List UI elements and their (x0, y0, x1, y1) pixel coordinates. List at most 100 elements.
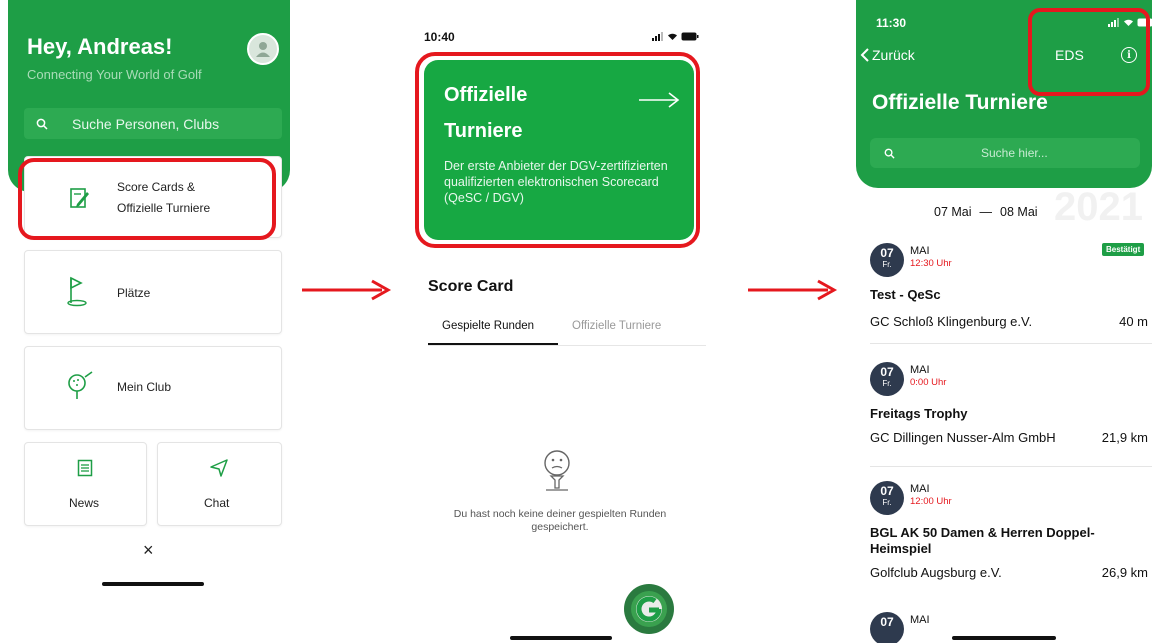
badge-weekday: Fr. (882, 379, 892, 388)
badge-day: 07 (880, 615, 894, 629)
tile-chat[interactable]: Chat (157, 442, 282, 526)
flow-arrow-icon (302, 279, 392, 301)
event-name: BGL AK 50 Damen & Herren Doppel-Heimspie… (870, 525, 1095, 556)
avatar-icon (256, 42, 270, 57)
date-badge: 07 Fr. (870, 243, 904, 277)
page-title: Offizielle Turniere (872, 91, 1048, 114)
card-description: Der erste Anbieter der DGV-zertifizierte… (444, 159, 668, 205)
event-item[interactable]: 07 Fr. MAI 0:00 Uhr Freitags Trophy GC D… (856, 362, 1152, 467)
tile-news-label: News (69, 496, 100, 510)
golf-flag-icon (67, 276, 87, 307)
date-badge: 07 Fr. (870, 362, 904, 396)
event-club: GC Schloß Klingenburg e.V. (870, 314, 1033, 329)
event-name: Freitags Trophy (870, 406, 968, 421)
search-placeholder: Suche Personen, Clubs (72, 115, 220, 132)
golf-ball-empty-icon (544, 450, 570, 491)
scorecard-screen: 10:40 Offizielle Turniere Der erste Anbi… (412, 0, 708, 643)
event-item[interactable]: 07 Fr. MAI 12:00 Uhr BGL AK 50 Damen & H… (856, 481, 1152, 601)
badge-weekday: Fr. (882, 498, 892, 507)
list-divider (870, 343, 1152, 344)
tile-news[interactable]: News (24, 442, 147, 526)
home-indicator (102, 582, 204, 586)
tile-mein-club[interactable]: Mein Club (24, 346, 282, 430)
empty-state-message: Du hast noch keine deiner gespielten Run… (453, 508, 667, 533)
event-month: MAI (910, 483, 930, 495)
card-title-line-1: Offizielle (444, 84, 528, 106)
tile-chat-label: Chat (204, 496, 230, 510)
card-title-line-2: Turniere (444, 120, 523, 142)
eds-button[interactable]: EDS (1055, 47, 1084, 63)
search-icon (884, 148, 895, 159)
greeting-subtitle: Connecting Your World of Golf (27, 67, 202, 82)
tile-score-cards-label-2: Offizielle Turniere (117, 201, 211, 215)
home-indicator (952, 636, 1056, 640)
battery-icon (681, 32, 699, 41)
chevron-left-icon (860, 48, 869, 62)
app-logo[interactable] (624, 584, 674, 634)
search-icon (36, 118, 48, 130)
tile-plaetze[interactable]: Plätze (24, 250, 282, 334)
status-icons (652, 32, 699, 41)
wifi-icon (668, 33, 677, 40)
battery-icon (1137, 18, 1152, 27)
tab-offizielle-turniere[interactable]: Offizielle Turniere (572, 320, 661, 332)
tile-score-cards-label-1: Score Cards & (117, 180, 196, 194)
event-time: 12:30 Uhr (910, 258, 952, 269)
offizielle-turniere-card[interactable]: Offizielle Turniere Der erste Anbieter d… (424, 60, 694, 240)
event-month: MAI (910, 245, 930, 257)
tile-plaetze-label: Plätze (117, 286, 151, 300)
news-icon (77, 459, 93, 477)
event-month: MAI (910, 614, 930, 626)
greeting-title: Hey, Andreas! (27, 34, 173, 59)
search-placeholder: Suche hier... (981, 146, 1048, 160)
info-icon[interactable]: i (1121, 47, 1137, 63)
tab-divider (428, 345, 706, 346)
signal-icon (1108, 18, 1119, 27)
scorecard-edit-icon (70, 188, 89, 208)
date-separator: — (979, 205, 993, 219)
date-badge: 07 (870, 612, 904, 643)
event-club: GC Dillingen Nusser-Alm GmbH (870, 430, 1056, 445)
home-screen: Hey, Andreas! Connecting Your World of G… (8, 0, 290, 600)
arrow-right-icon (639, 92, 680, 108)
event-name: Test - QeSc (870, 287, 941, 302)
golf-g-logo-icon (631, 591, 667, 627)
badge-day: 07 (880, 484, 894, 498)
search-input[interactable]: Suche hier... (870, 138, 1140, 168)
status-time: 10:40 (424, 30, 455, 44)
list-divider (870, 466, 1152, 467)
event-item[interactable]: 07 Fr. MAI 12:30 Uhr Bestätigt Test - Qe… (856, 243, 1152, 344)
search-input[interactable]: Suche Personen, Clubs (24, 108, 282, 139)
back-button[interactable]: Zurück (860, 47, 915, 63)
signal-icon (652, 32, 663, 41)
status-time: 11:30 (876, 16, 907, 30)
close-icon[interactable]: × (143, 540, 154, 561)
avatar[interactable] (247, 33, 279, 65)
event-time: 12:00 Uhr (910, 496, 952, 507)
tile-score-cards[interactable]: Score Cards & Offizielle Turniere (24, 156, 282, 238)
home-indicator (510, 636, 612, 640)
turniere-screen: 11:30 Zurück EDS i Offizielle Turniere S… (856, 0, 1152, 643)
date-from: 07 Mai (934, 205, 972, 219)
golf-ball-tee-icon (68, 371, 93, 399)
event-club: Golfclub Augsburg e.V. (870, 565, 1002, 580)
event-distance: 21,9 km (1101, 430, 1148, 445)
section-title: Score Card (428, 278, 514, 295)
status-icons (1108, 18, 1152, 27)
flow-arrow-icon (748, 279, 838, 301)
date-to: 08 Mai (1000, 205, 1038, 219)
back-label: Zurück (872, 47, 915, 63)
event-time: 0:00 Uhr (910, 377, 947, 388)
date-badge: 07 Fr. (870, 481, 904, 515)
badge-weekday: Fr. (882, 260, 892, 269)
badge-day: 07 (880, 246, 894, 260)
turniere-header: 11:30 Zurück EDS i Offizielle Turniere S… (856, 0, 1152, 188)
badge-day: 07 (880, 365, 894, 379)
date-range[interactable]: 07 Mai — 08 Mai (934, 205, 1038, 219)
event-month: MAI (910, 364, 930, 376)
status-badge: Bestätigt (1102, 243, 1145, 256)
wifi-icon (1124, 19, 1133, 26)
event-distance: 26,9 km (1101, 565, 1148, 580)
tile-mein-club-label: Mein Club (117, 380, 172, 394)
tab-gespielte-runden[interactable]: Gespielte Runden (442, 320, 534, 332)
